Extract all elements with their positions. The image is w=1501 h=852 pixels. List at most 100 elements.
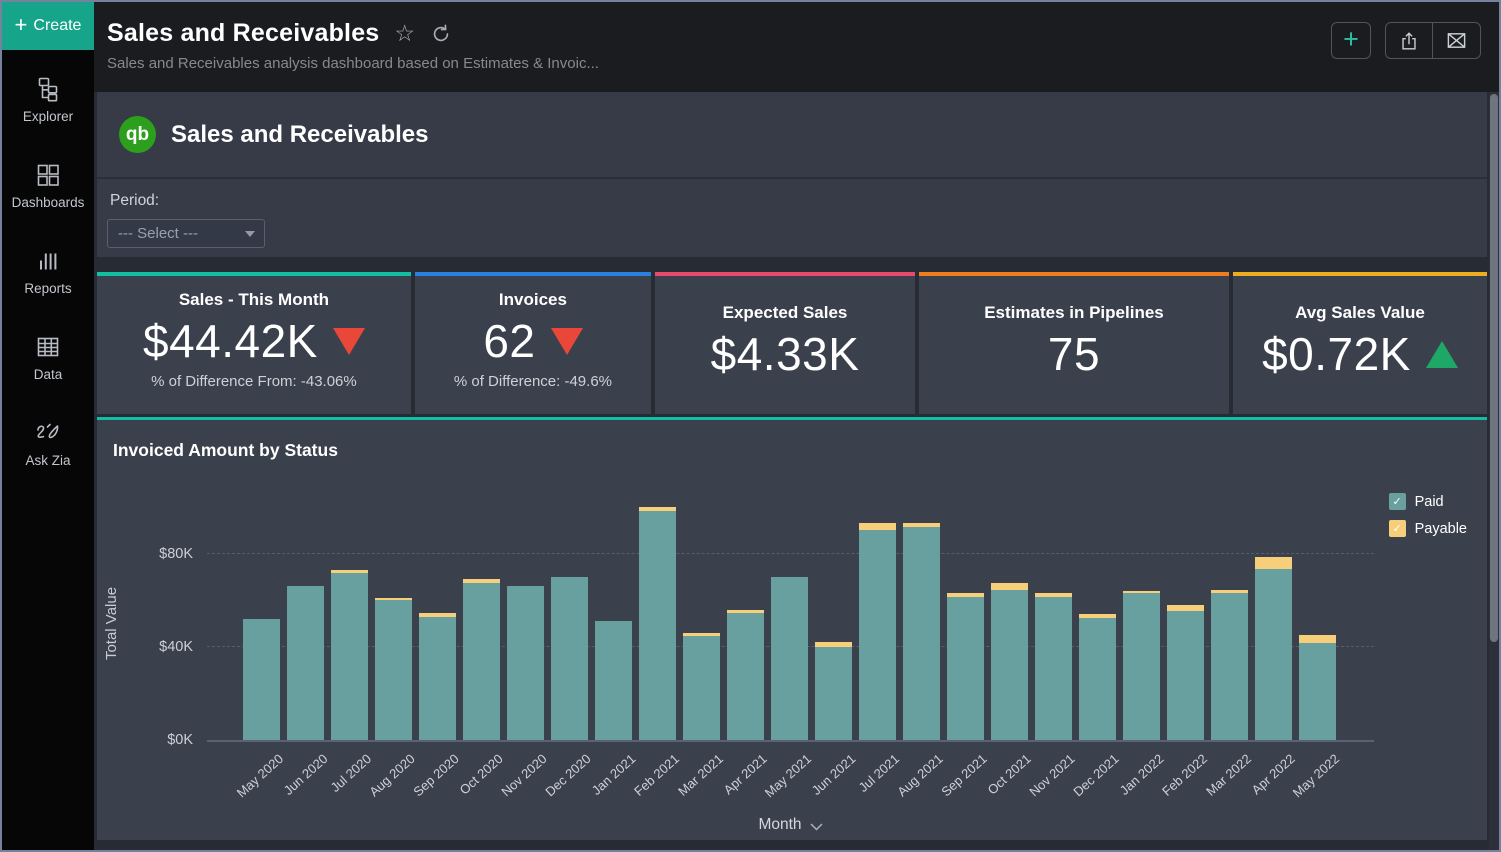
x-tick: Apr 2021 xyxy=(727,747,764,825)
segment-paid[interactable] xyxy=(1167,611,1204,740)
x-tick-label: Jan 2021 xyxy=(588,751,638,798)
segment-paid[interactable] xyxy=(683,636,720,740)
legend-item-payable[interactable]: ✓Payable xyxy=(1389,520,1467,537)
topbar: Sales and Receivables ☆ Sales and Receiv… xyxy=(94,2,1499,92)
segment-payable[interactable] xyxy=(991,583,1028,590)
segment-paid[interactable] xyxy=(1255,569,1292,740)
dashboard-area: qb Sales and Receivables Period: --- Sel… xyxy=(94,92,1499,850)
main-area: Sales and Receivables ☆ Sales and Receiv… xyxy=(94,2,1499,850)
bar-may-2021[interactable] xyxy=(771,577,808,740)
x-axis-title-dropdown[interactable]: Month xyxy=(207,816,1374,834)
bar-jul-2021[interactable] xyxy=(859,523,896,740)
segment-payable[interactable] xyxy=(1299,635,1336,643)
x-tick: Jan 2021 xyxy=(595,747,632,825)
bar-feb-2022[interactable] xyxy=(1167,605,1204,740)
bar-mar-2021[interactable] xyxy=(683,633,720,740)
bar-nov-2020[interactable] xyxy=(507,586,544,740)
segment-paid[interactable] xyxy=(463,583,500,740)
bar-sep-2020[interactable] xyxy=(419,613,456,740)
segment-paid[interactable] xyxy=(1035,597,1072,740)
kpi-value: $0.72K xyxy=(1262,330,1411,378)
segment-paid[interactable] xyxy=(639,511,676,741)
email-button[interactable] xyxy=(1433,23,1480,58)
bar-mar-2022[interactable] xyxy=(1211,590,1248,740)
segment-paid[interactable] xyxy=(771,577,808,740)
x-tick: Nov 2021 xyxy=(1035,747,1072,825)
segment-paid[interactable] xyxy=(859,530,896,740)
sidebar-item-explorer[interactable]: Explorer xyxy=(2,76,94,124)
x-tick: Oct 2020 xyxy=(463,747,500,825)
bar-oct-2021[interactable] xyxy=(991,583,1028,740)
segment-paid[interactable] xyxy=(1211,593,1248,740)
segment-paid[interactable] xyxy=(595,621,632,740)
sidebar-nav: Explorer Dashboards Reports Data Ask Zia xyxy=(2,50,94,468)
bar-aug-2021[interactable] xyxy=(903,523,940,740)
x-tick: Feb 2022 xyxy=(1167,747,1204,825)
legend-checkbox-payable[interactable]: ✓ xyxy=(1389,520,1406,537)
create-label: Create xyxy=(33,17,81,35)
add-button[interactable]: + xyxy=(1331,22,1371,59)
sidebar-item-data[interactable]: Data xyxy=(2,334,94,382)
x-tick-label: Mar 2021 xyxy=(675,751,726,799)
segment-paid[interactable] xyxy=(419,617,456,740)
kpi-value: 62 xyxy=(483,317,535,365)
x-axis-labels: May 2020Jun 2020Jul 2020Aug 2020Sep 2020… xyxy=(207,747,1374,825)
sidebar-item-ask-zia[interactable]: Ask Zia xyxy=(2,420,94,468)
bar-jun-2020[interactable] xyxy=(287,586,324,740)
sidebar-item-label: Explorer xyxy=(23,109,73,124)
segment-paid[interactable] xyxy=(287,586,324,740)
kpi-subtext: % of Difference: -49.6% xyxy=(454,373,612,390)
segment-paid[interactable] xyxy=(331,573,368,740)
x-tick-label: Dec 2020 xyxy=(543,751,594,799)
segment-paid[interactable] xyxy=(947,597,984,740)
segment-paid[interactable] xyxy=(727,613,764,740)
bar-nov-2021[interactable] xyxy=(1035,593,1072,740)
bar-aug-2020[interactable] xyxy=(375,598,412,740)
x-tick: Sep 2020 xyxy=(419,747,456,825)
scrollbar-thumb[interactable] xyxy=(1490,94,1498,642)
star-icon[interactable]: ☆ xyxy=(394,22,415,45)
bar-dec-2020[interactable] xyxy=(551,577,588,740)
segment-payable[interactable] xyxy=(859,523,896,530)
dashboard-title: Sales and Receivables xyxy=(171,121,428,149)
bar-jul-2020[interactable] xyxy=(331,570,368,740)
bar-jun-2021[interactable] xyxy=(815,642,852,740)
export-button[interactable] xyxy=(1386,23,1433,58)
dashboards-grid-icon xyxy=(35,162,61,188)
segment-paid[interactable] xyxy=(375,600,412,740)
sidebar-item-dashboards[interactable]: Dashboards xyxy=(2,162,94,210)
segment-paid[interactable] xyxy=(243,619,280,740)
segment-paid[interactable] xyxy=(507,586,544,740)
legend-checkbox-paid[interactable]: ✓ xyxy=(1389,493,1406,510)
segment-paid[interactable] xyxy=(815,647,852,740)
period-select-value: --- Select --- xyxy=(118,225,198,242)
bar-jan-2022[interactable] xyxy=(1123,591,1160,740)
refresh-icon[interactable] xyxy=(430,23,452,45)
bar-dec-2021[interactable] xyxy=(1079,614,1116,740)
segment-paid[interactable] xyxy=(1299,643,1336,740)
kpi-cards-row: Sales - This Month$44.42K% of Difference… xyxy=(97,272,1487,414)
segment-paid[interactable] xyxy=(551,577,588,740)
bar-oct-2020[interactable] xyxy=(463,579,500,740)
legend-item-paid[interactable]: ✓Paid xyxy=(1389,493,1467,510)
segment-paid[interactable] xyxy=(903,527,940,740)
segment-paid[interactable] xyxy=(1079,618,1116,740)
x-tick-label: May 2022 xyxy=(1290,751,1342,800)
period-select[interactable]: --- Select --- xyxy=(107,219,265,248)
create-button[interactable]: + Create xyxy=(2,2,94,50)
bar-may-2020[interactable] xyxy=(243,619,280,740)
bar-jan-2021[interactable] xyxy=(595,621,632,740)
x-tick-label: Feb 2021 xyxy=(631,751,682,799)
bar-apr-2022[interactable] xyxy=(1255,557,1292,740)
bar-sep-2021[interactable] xyxy=(947,593,984,740)
bar-apr-2021[interactable] xyxy=(727,610,764,740)
scrollbar[interactable] xyxy=(1489,92,1499,850)
bar-may-2022[interactable] xyxy=(1299,635,1336,740)
x-tick-label: May 2020 xyxy=(234,751,286,800)
segment-paid[interactable] xyxy=(991,590,1028,740)
bar-feb-2021[interactable] xyxy=(639,507,676,740)
x-axis-line xyxy=(207,740,1374,742)
segment-payable[interactable] xyxy=(1255,557,1292,569)
segment-paid[interactable] xyxy=(1123,593,1160,740)
sidebar-item-reports[interactable]: Reports xyxy=(2,248,94,296)
